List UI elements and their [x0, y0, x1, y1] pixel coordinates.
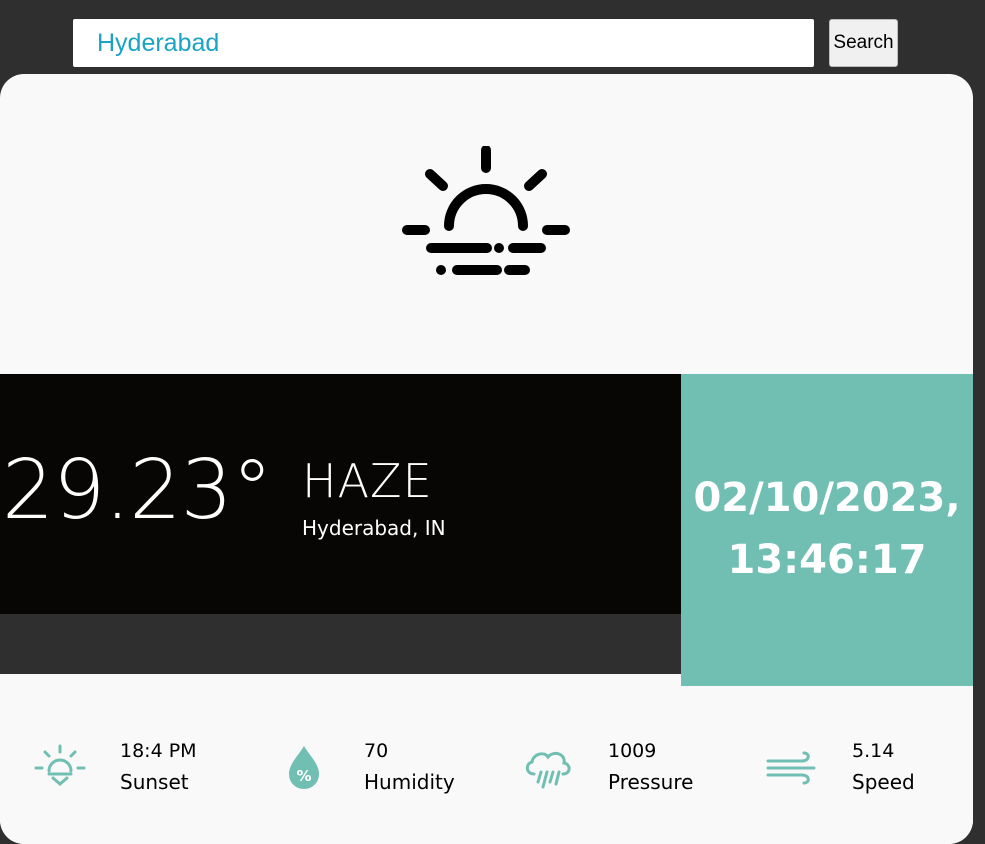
svg-text:%: %	[296, 767, 311, 785]
wind-value: 5.14	[852, 740, 895, 762]
temperature-value: 29.23°	[2, 443, 273, 538]
pressure-icon	[525, 751, 571, 789]
detail-humidity: % 70 Humidity	[278, 738, 488, 798]
wind-icon	[766, 751, 816, 785]
temperature-panel: 29.23° HAZE Hyderabad, IN	[0, 374, 681, 614]
pressure-value: 1009	[608, 740, 657, 762]
wind-label: Speed	[852, 770, 915, 794]
haze-icon	[402, 146, 570, 275]
weather-app: { "search": { "value": "Hyderabad", "but…	[0, 0, 985, 844]
detail-wind: 5.14 Speed	[766, 738, 966, 798]
search-button[interactable]: Search	[829, 19, 898, 67]
search-input[interactable]	[73, 19, 814, 67]
weather-card: 29.23° HAZE Hyderabad, IN 02/10/2023, 13…	[0, 74, 973, 844]
sunset-icon	[34, 744, 86, 786]
weather-icon-area	[0, 74, 973, 374]
detail-sunset: 18:4 PM Sunset	[34, 738, 244, 798]
detail-pressure: 1009 Pressure	[522, 738, 732, 798]
location-label: Hyderabad, IN	[302, 516, 446, 540]
humidity-icon: %	[289, 746, 319, 789]
weather-details: 18:4 PM Sunset % 70 Humidity 1009 Pressu…	[0, 686, 973, 844]
sunset-label: Sunset	[120, 770, 189, 794]
humidity-label: Humidity	[364, 770, 455, 794]
weather-condition: HAZE	[302, 454, 433, 508]
time-value: 13:46:17	[727, 537, 927, 583]
temperature-panel-footer	[0, 614, 681, 674]
date-value: 02/10/2023,	[693, 475, 961, 521]
humidity-value: 70	[364, 740, 389, 762]
pressure-label: Pressure	[608, 770, 694, 794]
sunset-value: 18:4 PM	[120, 740, 197, 762]
datetime-panel: 02/10/2023, 13:46:17	[681, 374, 973, 686]
